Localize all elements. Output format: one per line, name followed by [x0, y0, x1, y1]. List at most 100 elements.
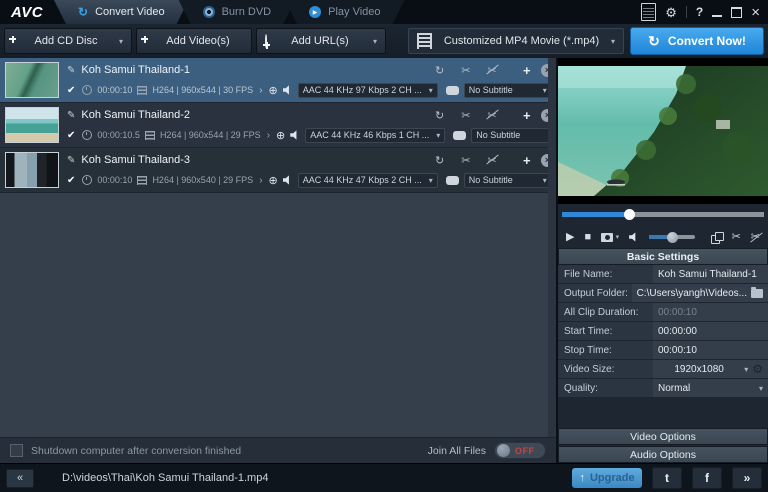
add-profile-icon[interactable]: +: [523, 63, 531, 78]
video-preview[interactable]: [558, 58, 768, 204]
playback-controls: ▶ ■ ▾ ✂ ✂: [558, 224, 768, 250]
duplicate-icon[interactable]: [710, 231, 724, 244]
convert-now-button[interactable]: ↻ Convert Now!: [630, 27, 764, 55]
add-profile-icon[interactable]: +: [523, 108, 531, 123]
effects-icon[interactable]: ✂: [487, 64, 496, 77]
target-icon[interactable]: ⊕: [269, 84, 278, 97]
row-checkbox[interactable]: ✔: [67, 175, 75, 186]
tab-label: Play Video: [328, 6, 381, 18]
dropdown-caret-icon: ▾: [542, 175, 547, 185]
output-format-select[interactable]: Customized MP4 Movie (*.mp4) ▾: [408, 28, 624, 54]
tab-label: Burn DVD: [221, 6, 272, 18]
tab-play-video[interactable]: ▶ Play Video: [285, 0, 404, 24]
video-row-2[interactable]: ✎ Koh Samui Thailand-2 ↻ ✂ ✂ + × ✔ 00:00…: [0, 103, 560, 148]
snapshot-icon[interactable]: [601, 232, 613, 242]
stop-button[interactable]: ■: [584, 231, 591, 243]
dropdown-caret-icon: ▾: [428, 175, 433, 185]
seek-bar[interactable]: [558, 204, 768, 224]
expand-button[interactable]: »: [732, 467, 762, 489]
setting-row-video-size: Video Size: 1920x1080 ▾ ⚙: [558, 360, 768, 379]
setting-row-all-clip-duration: All Clip Duration: 00:00:10: [558, 303, 768, 322]
target-icon[interactable]: ⊕: [276, 129, 285, 142]
add-cd-disc-button[interactable]: Add CD Disc ▾: [4, 28, 132, 54]
facebook-button[interactable]: f: [692, 467, 722, 489]
maximize-button[interactable]: [731, 6, 743, 18]
rotate-icon[interactable]: ↻: [435, 109, 444, 122]
minimize-button[interactable]: [712, 14, 723, 17]
toolbar: Add CD Disc ▾ Add Video(s) Add URL(s) ▾ …: [0, 24, 768, 58]
video-options-bar[interactable]: Video Options: [558, 428, 768, 445]
crop-effects-icon[interactable]: ✂: [751, 231, 760, 243]
chevron-icon: ›: [259, 84, 263, 96]
shutdown-checkbox[interactable]: [10, 444, 23, 457]
folder-icon[interactable]: [751, 286, 763, 298]
app-logo: AVC: [10, 3, 44, 21]
news-icon[interactable]: [641, 3, 657, 21]
volume-icon[interactable]: [629, 232, 636, 242]
target-icon[interactable]: ⊕: [269, 174, 278, 187]
help-icon[interactable]: ?: [696, 5, 703, 19]
subtitle-select[interactable]: No Subtitle ▾: [471, 127, 560, 143]
play-button[interactable]: ▶: [566, 231, 574, 243]
effects-icon[interactable]: ✂: [487, 109, 496, 122]
join-all-files-toggle[interactable]: OFF: [494, 442, 546, 459]
dropdown-caret-icon: ▾: [372, 36, 377, 46]
dropdown-caret-icon[interactable]: ▾: [759, 384, 763, 393]
video-thumbnail: [5, 152, 59, 188]
audio-track-select[interactable]: AAC 44 KHz 46 Kbps 1 CH ... ▾: [305, 127, 446, 143]
settings-gear-icon[interactable]: ⚙: [665, 6, 677, 19]
video-row-3[interactable]: ✎ Koh Samui Thailand-3 ↻ ✂ ✂ + × ✔ 00:00…: [0, 148, 554, 193]
edit-title-icon[interactable]: ✎: [67, 65, 75, 76]
list-footer: Shutdown computer after conversion finis…: [0, 437, 556, 463]
edit-title-icon[interactable]: ✎: [67, 110, 75, 121]
scrollbar[interactable]: [548, 58, 556, 437]
row-checkbox[interactable]: ✔: [67, 130, 75, 141]
add-urls-button[interactable]: Add URL(s) ▾: [256, 28, 386, 54]
effects-icon[interactable]: ✂: [487, 154, 496, 167]
row-checkbox[interactable]: ✔: [67, 85, 75, 96]
subtitle-select[interactable]: No Subtitle ▾: [463, 82, 552, 98]
dropdown-caret-icon[interactable]: ▾: [744, 365, 748, 374]
add-videos-button[interactable]: Add Video(s): [136, 28, 252, 54]
audio-track-select[interactable]: AAC 44 KHz 47 Kbps 2 CH ... ▾: [297, 172, 438, 188]
twitter-icon: t: [665, 471, 669, 485]
subtitle-select[interactable]: No Subtitle ▾: [463, 172, 552, 188]
shutdown-label: Shutdown computer after conversion finis…: [31, 444, 242, 457]
upgrade-button[interactable]: ↑ Upgrade: [572, 468, 642, 488]
snapshot-caret-icon[interactable]: ▾: [616, 233, 620, 241]
video-row-1[interactable]: ✎ Koh Samui Thailand-1 ↻ ✂ ✂ + × ✔ 00:00…: [0, 58, 554, 103]
speaker-icon[interactable]: [282, 175, 289, 185]
video-title: Koh Samui Thailand-2: [81, 109, 191, 121]
clip-icon[interactable]: ✂: [461, 64, 470, 77]
rotate-icon[interactable]: ↻: [435, 64, 444, 77]
volume-handle[interactable]: [667, 231, 679, 243]
audio-track-select[interactable]: AAC 44 KHz 97 Kbps 2 CH ... ▾: [297, 82, 438, 98]
chevron-icon: ›: [266, 129, 271, 141]
codec-icon: [137, 85, 148, 95]
clip-icon[interactable]: ✂: [461, 154, 470, 167]
tab-burn-dvd[interactable]: Burn DVD: [179, 0, 296, 24]
twitter-button[interactable]: t: [652, 467, 682, 489]
audio-options-bar[interactable]: Audio Options: [558, 446, 768, 463]
rotate-icon[interactable]: ↻: [435, 154, 444, 167]
speaker-icon[interactable]: [282, 85, 289, 95]
seek-handle[interactable]: [623, 209, 635, 220]
trim-icon[interactable]: ✂: [732, 231, 741, 243]
seek-track[interactable]: [562, 209, 764, 220]
volume-slider[interactable]: [649, 231, 695, 243]
clip-icon[interactable]: ✂: [461, 109, 470, 122]
size-settings-gear-icon[interactable]: ⚙: [752, 363, 763, 375]
edit-title-icon[interactable]: ✎: [67, 155, 75, 166]
clock-icon: [82, 85, 93, 95]
chevron-icon: ›: [259, 174, 263, 186]
app-window: AVC ↻ Convert Video Burn DVD ▶ Play Vide…: [0, 0, 768, 492]
subtitle-bubble-icon: [445, 85, 459, 95]
close-button[interactable]: ×: [751, 5, 760, 20]
add-profile-icon[interactable]: +: [523, 153, 531, 168]
filmstrip-icon: [417, 33, 432, 49]
subtitle-bubble-icon: [453, 130, 467, 140]
collapse-button[interactable]: «: [6, 468, 34, 488]
tab-convert-video[interactable]: ↻ Convert Video: [54, 0, 189, 24]
play-circle-icon: ▶: [309, 6, 321, 18]
speaker-icon[interactable]: [290, 130, 297, 140]
